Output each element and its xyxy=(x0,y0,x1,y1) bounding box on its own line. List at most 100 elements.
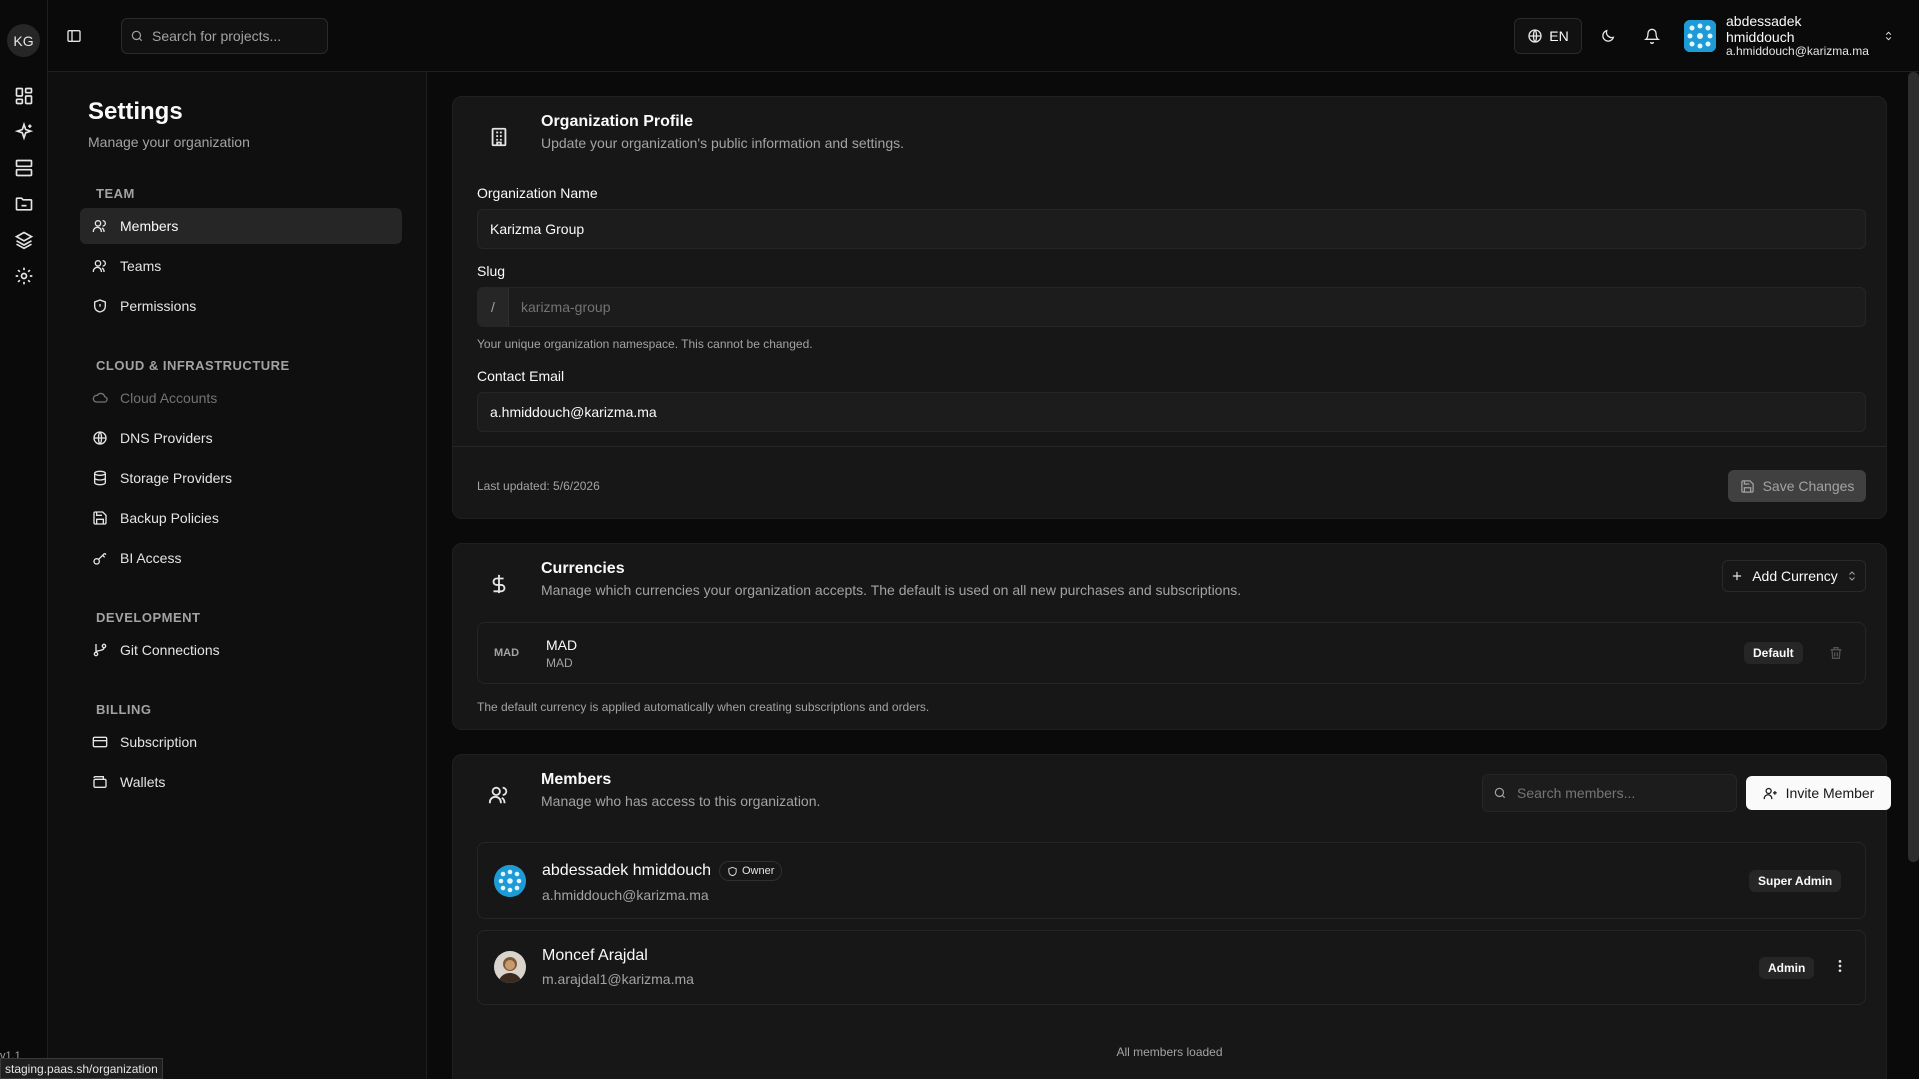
nav-item-storage-providers[interactable]: Storage Providers xyxy=(80,460,402,496)
settings-sidebar: Settings Manage your organization TEAM M… xyxy=(48,72,427,1079)
add-currency-label: Add Currency xyxy=(1752,568,1838,584)
currency-row: MAD MAD MAD Default xyxy=(477,622,1866,684)
settings-title: Settings xyxy=(88,98,183,125)
nav-label: Backup Policies xyxy=(120,510,219,526)
member-search-input[interactable] xyxy=(1507,785,1736,801)
dollar-icon xyxy=(485,570,513,598)
contact-email-input[interactable] xyxy=(478,404,1865,420)
theme-toggle-moon-icon[interactable] xyxy=(1594,22,1622,50)
card-description: Manage which currencies your organizatio… xyxy=(541,582,1242,598)
search-icon xyxy=(131,30,143,42)
members-card: Members Manage who has access to this or… xyxy=(452,754,1891,1079)
sidebar-toggle-icon[interactable] xyxy=(62,24,86,48)
nav-label: DNS Providers xyxy=(120,430,213,446)
notifications-bell-icon[interactable] xyxy=(1638,22,1666,50)
globe-icon xyxy=(93,431,107,445)
trash-icon[interactable] xyxy=(1828,645,1844,666)
key-icon xyxy=(93,552,107,565)
shield-icon xyxy=(94,299,106,313)
credit-card-icon xyxy=(92,736,108,748)
nav-item-cloud-accounts[interactable]: Cloud Accounts xyxy=(80,380,402,416)
org-logo[interactable]: KG xyxy=(7,24,40,57)
user-plus-icon xyxy=(1763,787,1777,799)
slug-field: / xyxy=(477,287,1866,327)
nav-label: BI Access xyxy=(120,550,182,566)
invite-member-button[interactable]: Invite Member xyxy=(1746,776,1891,810)
currency-code: MAD xyxy=(546,656,573,670)
nav-item-dns-providers[interactable]: DNS Providers xyxy=(80,420,402,456)
users-icon xyxy=(485,781,513,809)
org-name-label: Organization Name xyxy=(477,185,598,201)
wallet-icon xyxy=(93,776,107,788)
currencies-hint: The default currency is applied automati… xyxy=(477,700,930,714)
more-vertical-icon[interactable] xyxy=(1832,958,1848,979)
user-menu[interactable]: abdessadek hmiddouch a.hmiddouch@karizma… xyxy=(1684,13,1894,58)
page-scrollbar[interactable] xyxy=(1908,72,1919,862)
currency-name: MAD xyxy=(546,637,578,653)
dashboard-icon[interactable] xyxy=(12,84,36,108)
app-rail: KG v1.1 xyxy=(0,0,48,1079)
slug-label: Slug xyxy=(477,263,506,279)
contact-email-field[interactable] xyxy=(477,392,1866,432)
floppy-disk-icon xyxy=(93,511,107,525)
org-name-field[interactable] xyxy=(477,209,1866,249)
slug-input xyxy=(509,299,1865,315)
servers-icon[interactable] xyxy=(12,156,36,180)
nav-label: Cloud Accounts xyxy=(120,390,218,406)
member-avatar xyxy=(494,951,526,983)
nav-item-teams[interactable]: Teams xyxy=(80,248,402,284)
section-development: DEVELOPMENT xyxy=(96,610,201,625)
member-avatar xyxy=(494,865,526,897)
default-badge: Default xyxy=(1744,642,1803,664)
slug-hint: Your unique organization namespace. This… xyxy=(477,337,813,351)
member-row: Moncef Arajdal m.arajdal1@karizma.ma Adm… xyxy=(477,930,1866,1005)
owner-badge-label: Owner xyxy=(742,865,775,877)
member-search[interactable] xyxy=(1482,774,1737,812)
nav-item-permissions[interactable]: Permissions xyxy=(80,288,402,324)
nav-label: Subscription xyxy=(120,734,198,750)
chevron-up-down-icon xyxy=(1848,571,1855,581)
users-icon xyxy=(92,220,106,232)
layers-icon[interactable] xyxy=(12,228,36,252)
chevron-up-down-icon xyxy=(1885,31,1892,41)
nav-item-subscription[interactable]: Subscription xyxy=(80,724,402,760)
project-search[interactable] xyxy=(121,18,328,54)
cloud-icon xyxy=(92,392,108,403)
organization-profile-card: Organization Profile Update your organiz… xyxy=(452,96,1887,519)
language-button[interactable]: EN xyxy=(1514,18,1582,54)
status-url: staging.paas.sh/organization xyxy=(0,1058,163,1079)
section-cloud: CLOUD & INFRASTRUCTURE xyxy=(96,358,290,373)
member-name: Moncef Arajdal xyxy=(542,947,648,964)
plus-icon xyxy=(1733,571,1742,581)
folder-icon[interactable] xyxy=(12,192,36,216)
org-name-input[interactable] xyxy=(478,221,1865,237)
card-title: Currencies xyxy=(541,560,625,577)
role-badge: Admin xyxy=(1759,957,1815,979)
top-bar: EN abdessadek hmiddouch a.hmiddouch@kari… xyxy=(48,0,1919,72)
nav-label: Storage Providers xyxy=(120,470,233,486)
add-currency-button[interactable]: Add Currency xyxy=(1722,560,1866,592)
user-avatar xyxy=(1684,20,1716,52)
invite-member-label: Invite Member xyxy=(1785,785,1875,801)
nav-item-wallets[interactable]: Wallets xyxy=(80,764,402,800)
nav-label: Teams xyxy=(120,258,162,274)
member-row: abdessadek hmiddouch Owner a.hmiddouch@k… xyxy=(477,842,1866,919)
nav-label: Permissions xyxy=(120,298,197,314)
member-email: m.arajdal1@karizma.ma xyxy=(542,971,694,987)
save-changes-button[interactable]: Save Changes xyxy=(1728,470,1866,502)
users-icon xyxy=(92,260,106,272)
sparkles-icon[interactable] xyxy=(12,120,36,144)
nav-item-backup-policies[interactable]: Backup Policies xyxy=(80,500,402,536)
section-billing: BILLING xyxy=(96,702,152,717)
nav-item-members[interactable]: Members xyxy=(80,208,402,244)
nav-item-bi-access[interactable]: BI Access xyxy=(80,540,402,576)
last-updated: Last updated: 5/6/2026 xyxy=(477,479,600,493)
main-content: Organization Profile Update your organiz… xyxy=(428,72,1919,1079)
gear-icon[interactable] xyxy=(12,264,36,288)
card-divider xyxy=(453,446,1886,447)
currency-code-tag: MAD xyxy=(494,647,520,659)
building-icon xyxy=(485,123,513,151)
nav-item-git-connections[interactable]: Git Connections xyxy=(80,632,402,668)
nav-label: Wallets xyxy=(120,774,166,790)
project-search-input[interactable] xyxy=(152,28,322,44)
